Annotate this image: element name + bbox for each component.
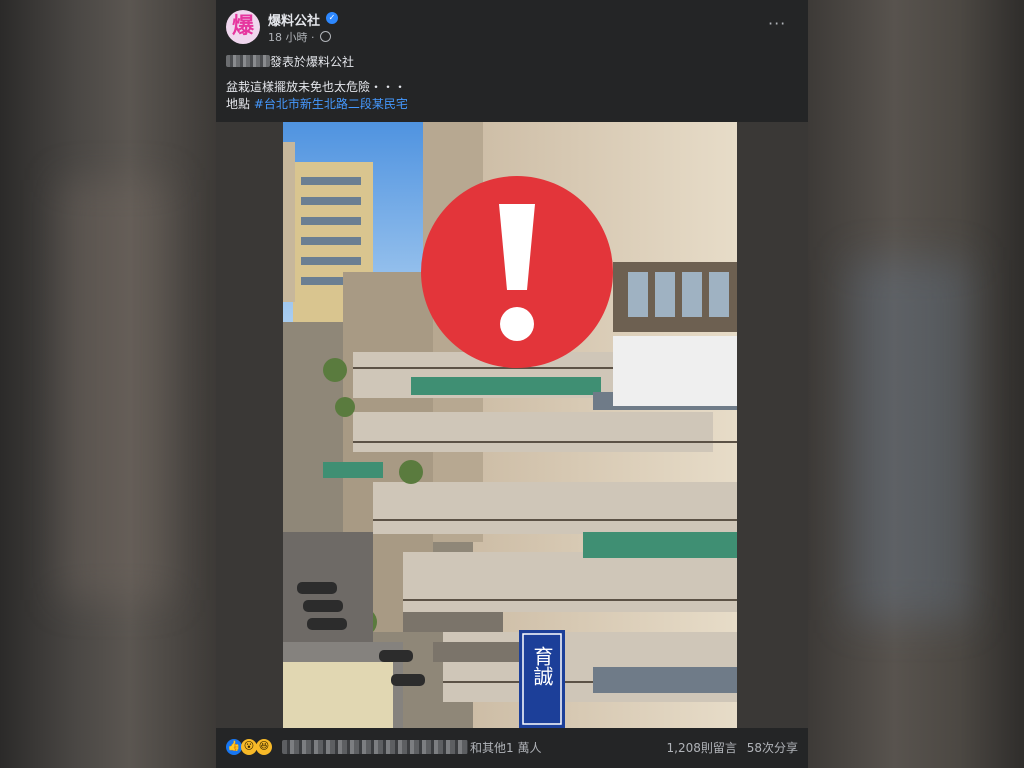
more-options-icon[interactable]: ···	[768, 14, 786, 33]
post-header: 爆 爆料公社 ✓ 18 小時 · ··· 發表於爆料公社 盆栽這樣擺放未免也太危…	[216, 0, 808, 122]
wow-reaction-icon[interactable]: 😮	[241, 739, 257, 755]
page-avatar[interactable]: 爆	[226, 10, 260, 44]
post-stats: 1,208則留言 58次分享	[667, 739, 798, 756]
avatar-logo: 爆	[231, 14, 254, 39]
location-hashtag-link[interactable]: #台北市新生北路二段某民宅	[254, 97, 408, 111]
page-name-link[interactable]: 爆料公社	[268, 10, 320, 29]
post-photo[interactable]: 育誠	[283, 122, 737, 728]
post-photo-frame: 育誠	[216, 122, 808, 728]
building-photo-illustration: 育誠	[283, 122, 737, 728]
shares-count-link[interactable]: 58次分享	[747, 741, 798, 755]
verified-badge-icon: ✓	[326, 12, 338, 24]
comments-count-link[interactable]: 1,208則留言	[667, 741, 737, 755]
haha-reaction-icon[interactable]: 😆	[256, 739, 272, 755]
post-footer: 👍 😮 😆 和其他1 萬人 1,208則留言 58次分享	[216, 728, 808, 768]
posted-by-line: 發表於爆料公社	[226, 53, 354, 70]
blurred-reactor-names	[282, 740, 468, 754]
globe-icon	[320, 31, 331, 42]
separator-dot: ·	[311, 31, 318, 44]
exclamation-dot	[500, 307, 534, 341]
reactions-count-text[interactable]: 和其他1 萬人	[470, 739, 541, 756]
post-location-line: 地點 #台北市新生北路二段某民宅	[226, 95, 408, 112]
background-blur	[850, 260, 970, 620]
like-reaction-icon[interactable]: 👍	[226, 739, 242, 755]
posted-in-text: 發表於爆料公社	[270, 55, 355, 69]
location-label: 地點	[226, 97, 251, 111]
shop-sign-text: 育誠	[530, 646, 554, 686]
post-text-line: 盆栽這樣擺放未免也太危險・・・	[226, 80, 407, 94]
blurred-username	[226, 55, 270, 67]
post-meta: 18 小時 ·	[268, 29, 331, 45]
facebook-post-card: 爆 爆料公社 ✓ 18 小時 · ··· 發表於爆料公社 盆栽這樣擺放未免也太危…	[216, 0, 808, 768]
post-time[interactable]: 18 小時	[268, 31, 308, 44]
background-blur	[60, 180, 170, 600]
